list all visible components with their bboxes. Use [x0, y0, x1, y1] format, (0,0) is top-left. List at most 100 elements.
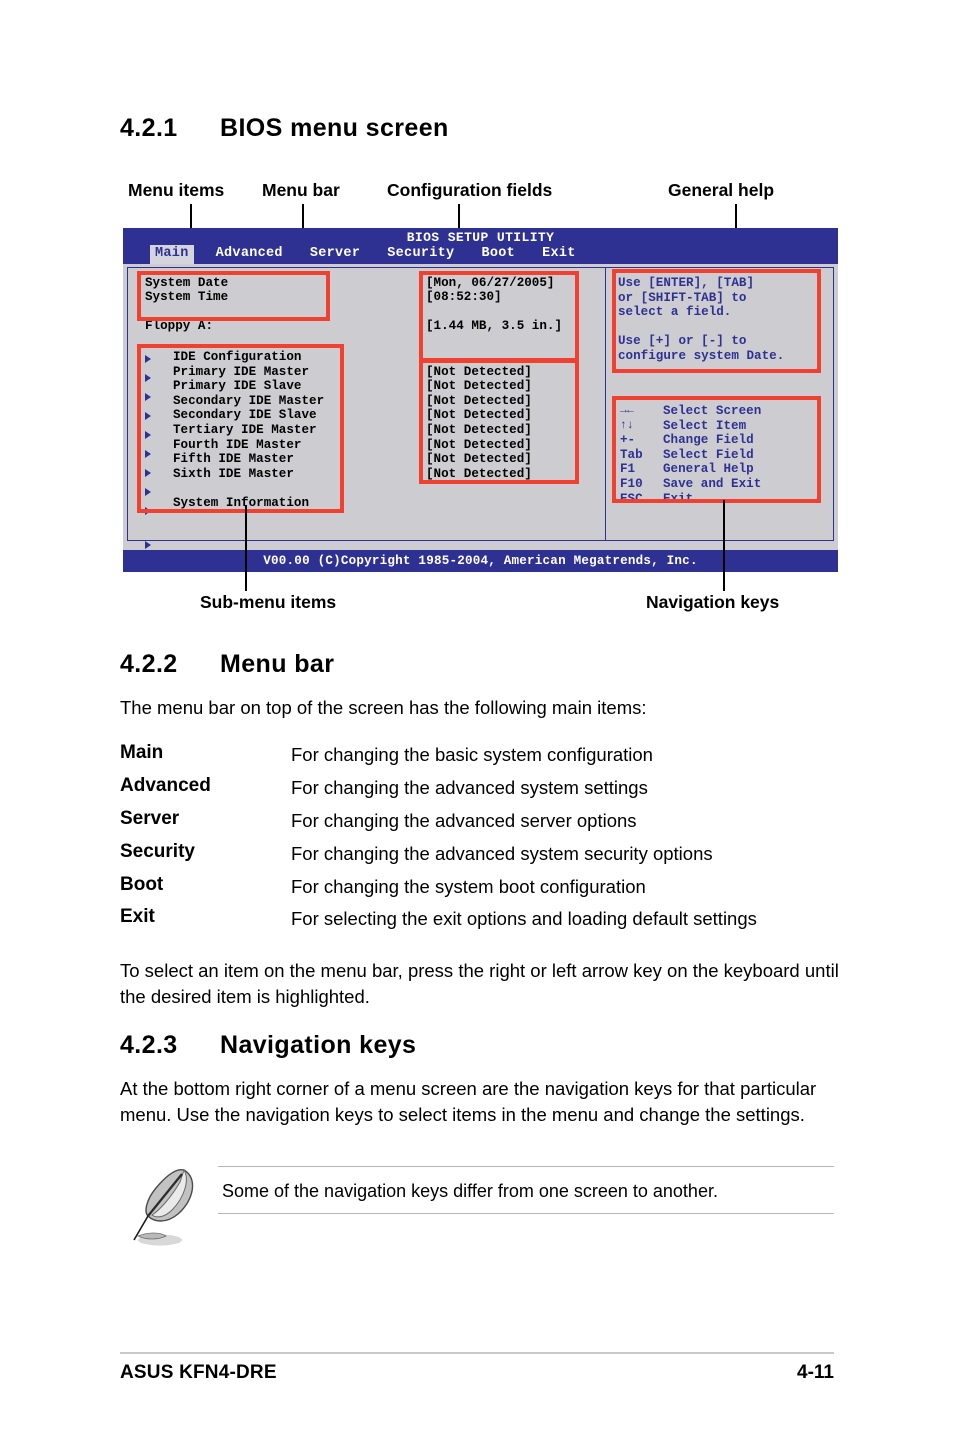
callout-configuration-fields: Configuration fields — [387, 180, 553, 200]
bios-submenu-item-secondary-ide-slave[interactable]: Secondary IDE Slave — [173, 408, 317, 423]
menubar-desc-advanced: For changing the advanced system setting… — [291, 777, 648, 798]
bios-menu-item-system-date[interactable]: System Date — [145, 276, 228, 291]
section-title-423: Navigation keys — [220, 1031, 417, 1059]
callout-menu-bar: Menu bar — [262, 180, 340, 200]
bios-field-secondary-ide-slave[interactable]: [Not Detected] — [426, 408, 532, 423]
callout-sub-menu-items: Sub-menu items — [200, 592, 337, 612]
nav-key-glyph-select-item: ↑↓ — [620, 418, 634, 432]
bios-submenu-item-sixth-ide-master[interactable]: Sixth IDE Master — [173, 467, 294, 482]
bios-panel-divider — [605, 267, 607, 541]
nav-key-glyph-exit: ESC — [620, 491, 643, 506]
bios-tab-server[interactable]: Server — [305, 245, 365, 264]
bios-field-sixth-ide-master[interactable]: [Not Detected] — [426, 467, 532, 482]
menubar-desc-server: For changing the advanced server options — [291, 810, 637, 831]
section-number-422: 4.2.2 — [120, 650, 178, 678]
bios-submenu-item-ide-configuration[interactable]: IDE Configuration — [173, 350, 301, 365]
submenu-arrow-icon — [145, 411, 151, 420]
footer-divider — [120, 1352, 834, 1354]
bios-field-system-time[interactable]: [08:52:30] — [426, 290, 502, 305]
bios-field-fourth-ide-master[interactable]: [Not Detected] — [426, 438, 532, 453]
section-title-421: BIOS menu screen — [220, 114, 449, 142]
leader-sub-menu-items — [245, 505, 247, 591]
bios-field-floppy-a[interactable]: [1.44 MB, 3.5 in.] — [426, 319, 562, 334]
note-rule-bottom — [218, 1213, 834, 1215]
leader-navigation-keys — [723, 500, 725, 591]
bios-menu-bar: Main Advanced Server Security Boot Exit — [123, 245, 838, 264]
bios-field-secondary-ide-master[interactable]: [Not Detected] — [426, 394, 532, 409]
nav-key-action-select-item: Select Item — [663, 418, 747, 433]
menubar-term-advanced: Advanced — [120, 775, 211, 796]
section-heading-421: 4.2.1 BIOS menu screen — [120, 114, 449, 143]
menubar-term-security: Security — [120, 841, 195, 862]
submenu-arrow-icon — [145, 507, 151, 516]
bios-submenu-item-tertiary-ide-master[interactable]: Tertiary IDE Master — [173, 423, 317, 438]
menu-bar-outro: To select an item on the menu bar, press… — [120, 960, 839, 1007]
submenu-arrow-icon — [145, 488, 151, 497]
bios-submenu-item-fourth-ide-master[interactable]: Fourth IDE Master — [173, 438, 301, 453]
bios-utility-title: BIOS SETUP UTILITY — [406, 230, 555, 245]
menubar-term-main: Main — [120, 742, 164, 763]
nav-key-glyph-general-help: F1 — [620, 462, 636, 477]
nav-key-action-select-field: Select Field — [663, 447, 754, 462]
menubar-desc-security: For changing the advanced system securit… — [291, 843, 713, 864]
submenu-arrow-icon — [145, 540, 151, 549]
bios-menu-item-floppy-a[interactable]: Floppy A: — [145, 319, 213, 334]
section-heading-423: 4.2.3 Navigation keys — [120, 1031, 416, 1060]
nav-key-glyph-select-field: Tab — [620, 447, 643, 462]
nav-key-action-exit: Exit — [663, 491, 694, 506]
menubar-term-boot: Boot — [120, 874, 164, 895]
bios-field-primary-ide-master[interactable]: [Not Detected] — [426, 365, 532, 380]
menu-bar-intro: The menu bar on top of the screen has th… — [120, 697, 647, 718]
nav-key-action-select-screen: Select Screen — [663, 404, 762, 418]
bios-submenu-item-primary-ide-master[interactable]: Primary IDE Master — [173, 365, 309, 380]
submenu-arrow-icon — [145, 392, 151, 401]
bios-submenu-arrows — [145, 350, 151, 556]
bios-copyright-bar: V00.00 (C)Copyright 1985-2004, American … — [123, 550, 838, 572]
footer-product-name: ASUS KFN4-DRE — [120, 1362, 277, 1383]
nav-key-glyph-save-and-exit: F10 — [620, 477, 643, 491]
bios-tab-exit[interactable]: Exit — [537, 245, 581, 264]
bios-submenu-item-fifth-ide-master[interactable]: Fifth IDE Master — [173, 452, 294, 467]
nav-key-action-save-and-exit: Save and Exit — [663, 477, 762, 491]
submenu-arrow-icon — [145, 469, 151, 478]
submenu-arrow-icon — [145, 449, 151, 458]
note-feather-icon — [133, 1168, 194, 1246]
bios-title-bar: BIOS SETUP UTILITY Main Advanced Server … — [123, 228, 838, 264]
footer-page-number: 4-11 — [797, 1362, 834, 1383]
bios-submenu-item-secondary-ide-master[interactable]: Secondary IDE Master — [173, 394, 324, 409]
section-number-421: 4.2.1 — [120, 114, 178, 142]
callout-navigation-keys: Navigation keys — [646, 592, 780, 612]
bios-tab-security[interactable]: Security — [382, 245, 459, 264]
bios-field-fifth-ide-master[interactable]: [Not Detected] — [426, 452, 532, 467]
bios-tab-boot[interactable]: Boot — [476, 245, 520, 264]
note-text: Some of the navigation keys differ from … — [222, 1181, 718, 1201]
menubar-desc-exit: For selecting the exit options and loadi… — [291, 908, 757, 929]
nav-key-action-change-field: Change Field — [663, 433, 754, 448]
note-rule-top — [218, 1166, 834, 1168]
menubar-term-exit: Exit — [120, 906, 155, 927]
bios-submenu-item-primary-ide-slave[interactable]: Primary IDE Slave — [173, 379, 301, 394]
bios-field-tertiary-ide-master[interactable]: [Not Detected] — [426, 423, 532, 438]
callout-menu-items: Menu items — [128, 180, 225, 200]
section-title-422: Menu bar — [220, 650, 335, 678]
menubar-desc-main: For changing the basic system configurat… — [291, 744, 653, 765]
nav-key-action-general-help: General Help — [663, 462, 754, 477]
submenu-arrow-icon — [145, 354, 151, 363]
bios-setup-screen: BIOS SETUP UTILITY Main Advanced Server … — [123, 228, 838, 572]
bios-general-help-text: Use [ENTER], [TAB] or [SHIFT-TAB] to sel… — [618, 276, 785, 363]
bios-tab-main[interactable]: Main — [150, 245, 194, 264]
nav-key-glyph-select-screen: →← — [620, 404, 634, 417]
submenu-arrow-icon — [145, 430, 151, 439]
section-heading-422: 4.2.2 Menu bar — [120, 650, 334, 679]
section-number-423: 4.2.3 — [120, 1031, 178, 1059]
bios-menu-item-system-time[interactable]: System Time — [145, 290, 228, 305]
submenu-arrow-icon — [145, 373, 151, 382]
menubar-desc-boot: For changing the system boot configurati… — [291, 876, 646, 897]
callout-general-help: General help — [668, 180, 775, 200]
bios-field-primary-ide-slave[interactable]: [Not Detected] — [426, 379, 532, 394]
bios-field-system-date[interactable]: [Mon, 06/27/2005] — [426, 276, 554, 291]
bios-submenu-item-system-information[interactable]: System Information — [173, 496, 309, 511]
nav-key-glyph-change-field: +- — [620, 433, 636, 448]
bios-tab-advanced[interactable]: Advanced — [211, 245, 288, 264]
navigation-keys-body: At the bottom right corner of a menu scr… — [120, 1078, 817, 1125]
